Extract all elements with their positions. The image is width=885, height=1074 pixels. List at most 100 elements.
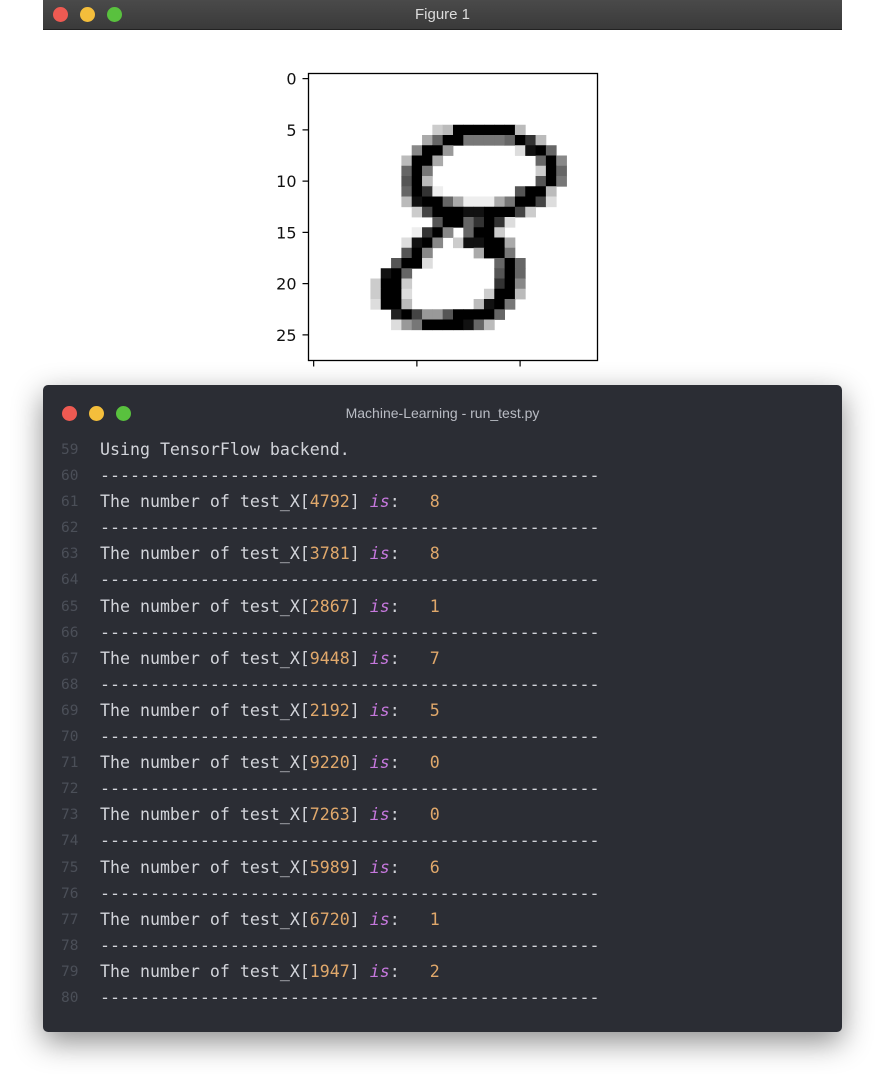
pixel <box>494 278 506 290</box>
pixel <box>545 155 557 167</box>
pixel <box>494 309 506 320</box>
terminal-output[interactable]: 59 Using TensorFlow backend. 60 -----------… <box>43 437 842 1011</box>
pixel <box>401 165 413 177</box>
separator-dashes: ----------------------------------------… <box>100 518 600 538</box>
line-number: 70 <box>61 729 79 746</box>
test-index: 9448 <box>309 648 350 668</box>
separator-dashes: ----------------------------------------… <box>100 935 600 955</box>
line-content: The number of test_X[1947] is: 2 <box>100 959 440 985</box>
pixel <box>483 124 495 136</box>
pixel <box>391 258 402 269</box>
output-line: 79 The number of test_X[1947] is: 2 <box>43 959 842 985</box>
keyword-is: is <box>369 596 390 616</box>
pixel <box>504 196 516 208</box>
pixel <box>391 278 402 290</box>
line-number: 76 <box>61 885 79 902</box>
pixel <box>556 165 567 177</box>
pixel <box>401 186 413 197</box>
figure-titlebar: Figure 1 <box>43 0 842 30</box>
pixel <box>370 288 382 300</box>
pixel <box>411 237 423 249</box>
pixel <box>535 196 547 208</box>
keyword-is: is <box>369 909 390 929</box>
line-content: ----------------------------------------… <box>100 463 600 489</box>
pixel <box>401 258 413 269</box>
line-number: 60 <box>61 468 79 485</box>
figure-window: Figure 1 0 5 10 15 20 25 <box>43 0 842 400</box>
pixel <box>525 145 536 156</box>
line-content: The number of test_X[9448] is: 7 <box>100 646 440 672</box>
pixel <box>463 196 475 208</box>
output-line: 59 Using TensorFlow backend. <box>43 437 842 463</box>
pixel <box>504 135 516 146</box>
pixel <box>514 288 526 300</box>
pixel <box>545 145 557 156</box>
y-tick-label: 20 <box>276 275 296 294</box>
separator-dashes: ----------------------------------------… <box>100 883 600 903</box>
pixel <box>401 309 413 320</box>
pixel <box>411 227 423 238</box>
pixel <box>432 124 444 136</box>
line-content: ----------------------------------------… <box>100 567 600 593</box>
pixel <box>514 268 526 279</box>
result-prefix: The number of test_X[ <box>100 753 310 773</box>
line-number: 74 <box>61 833 79 850</box>
pixel <box>442 319 454 331</box>
pixel <box>422 309 433 320</box>
line-number: 61 <box>61 494 79 511</box>
pixel <box>514 124 526 136</box>
pixel <box>411 186 423 197</box>
line-content: The number of test_X[2192] is: 5 <box>100 698 440 724</box>
separator-dashes: ----------------------------------------… <box>100 622 600 642</box>
result-prefix: The number of test_X[ <box>100 805 310 825</box>
line-number: 75 <box>61 859 79 876</box>
pixel <box>504 247 516 259</box>
separator-dashes: ----------------------------------------… <box>100 987 600 1007</box>
bracket-close: ] <box>349 648 360 668</box>
pixel <box>556 176 567 187</box>
pixel <box>483 288 495 300</box>
pixel <box>442 309 454 320</box>
predicted-digit: 7 <box>429 648 440 668</box>
output-text: Using TensorFlow backend. <box>100 440 350 459</box>
pixel <box>514 278 526 290</box>
test-index: 1947 <box>309 961 350 981</box>
pixel <box>422 196 433 208</box>
line-content: The number of test_X[5989] is: 6 <box>100 855 440 881</box>
pixel <box>370 299 382 310</box>
terminal-window: Machine-Learning - run_test.py 59 Using T… <box>43 385 842 1032</box>
pixel <box>432 237 444 249</box>
line-number: 63 <box>61 546 79 563</box>
pixel <box>494 196 506 208</box>
predicted-digit: 5 <box>429 700 440 720</box>
pixel <box>411 206 423 218</box>
line-number: 62 <box>61 520 79 537</box>
terminal-title: Machine-Learning - run_test.py <box>345 405 540 421</box>
separator-dashes: ----------------------------------------… <box>100 466 600 486</box>
pixel <box>514 258 526 269</box>
bracket-close: ] <box>349 544 360 564</box>
pixel <box>514 206 526 218</box>
pixel <box>422 155 433 167</box>
line-content: ----------------------------------------… <box>100 828 600 854</box>
separator-line: 64 --------------------------------------… <box>43 567 842 593</box>
separator-line: 70 --------------------------------------… <box>43 724 842 750</box>
pixel <box>453 206 464 218</box>
pixel <box>494 217 506 228</box>
separator-dashes: ----------------------------------------… <box>100 570 600 590</box>
result-prefix: The number of test_X[ <box>100 544 310 564</box>
pixel <box>453 319 464 331</box>
pixel <box>401 288 413 300</box>
pixel <box>556 155 567 167</box>
image-plot: 0 5 10 15 20 25 <box>276 70 599 367</box>
pixel <box>422 206 433 218</box>
pixel <box>473 135 485 146</box>
keyword-is: is <box>369 492 390 512</box>
pixel <box>494 288 506 300</box>
colon: : <box>389 961 400 981</box>
y-tick-label: 0 <box>286 70 296 89</box>
pixel <box>483 206 495 218</box>
y-tick-label: 25 <box>276 326 296 345</box>
pixel <box>380 268 392 279</box>
pixel <box>545 176 557 187</box>
